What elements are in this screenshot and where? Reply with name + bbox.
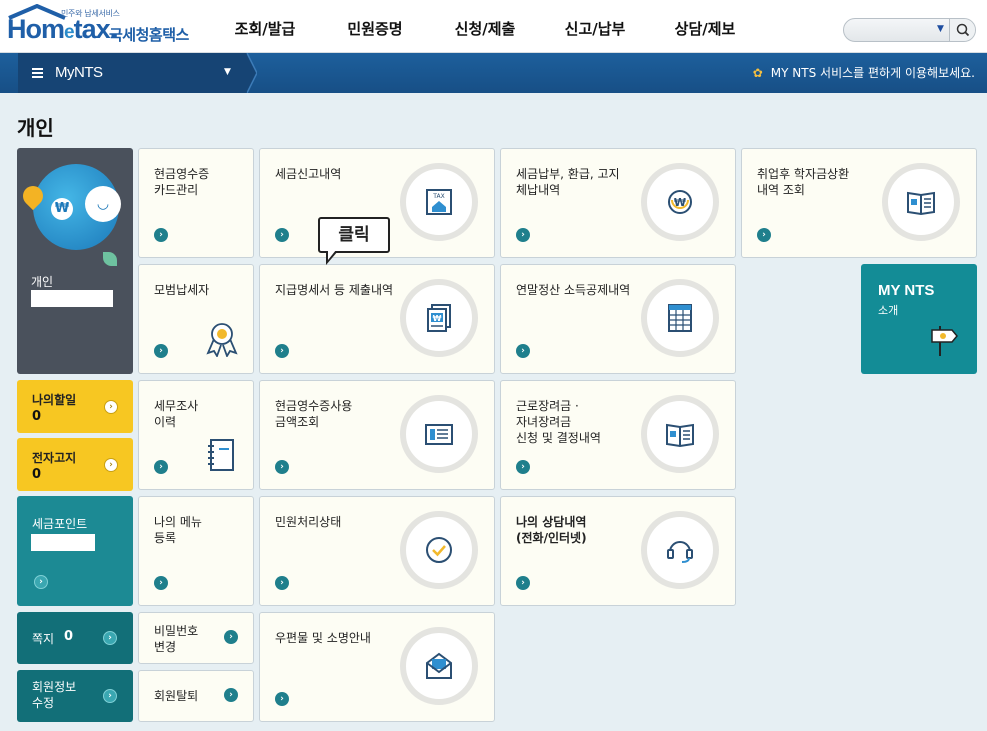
card-model-taxpayer[interactable]: 모범납세자 ›: [138, 264, 254, 374]
arrow-right-icon[interactable]: ›: [275, 228, 289, 242]
search-dropdown-icon[interactable]: ▼: [937, 24, 944, 34]
search-icon: [956, 23, 970, 37]
card-student-loan[interactable]: 취업후 학자금상환 내역 조회 ›: [741, 148, 977, 258]
envelope-icon: [400, 627, 478, 705]
global-nav: 조회/발급 민원증명 신청/제출 신고/납부 상담/제보: [210, 0, 760, 53]
mynts-menu-toggle[interactable]: MyNTS ▼: [18, 53, 246, 93]
card-mail-notice[interactable]: 우편물 및 소명안내 ›: [259, 612, 495, 722]
tax-house-icon: TAX: [400, 163, 478, 241]
tax-points-box[interactable]: 세금포인트 ›: [17, 496, 133, 606]
leaf-icon: [103, 252, 117, 266]
nav-inquiry[interactable]: 조회/발급: [210, 0, 320, 53]
top-header: 민주와 납세서비스 Hometax. 국세청홈택스 조회/발급 민원증명 신청/…: [0, 0, 987, 53]
hometax-logo[interactable]: 민주와 납세서비스 Hometax. 국세청홈택스: [5, 4, 190, 48]
hamburger-icon: [32, 68, 43, 78]
profile-panel: ₩ ◡ 개인: [17, 148, 133, 374]
e-notice-box[interactable]: 전자고지 0 ›: [17, 438, 133, 491]
search-box: ▼: [843, 18, 976, 42]
medal-icon: [206, 323, 238, 357]
won-document-icon: ₩: [400, 279, 478, 357]
arrow-right-icon[interactable]: ›: [104, 400, 118, 414]
arrow-right-icon[interactable]: ›: [103, 631, 117, 645]
e-notice-count: 0: [32, 467, 42, 482]
profile-name-label: 개인: [31, 275, 54, 289]
arrow-right-icon[interactable]: ›: [516, 228, 530, 242]
open-book-icon: [641, 395, 719, 473]
arrow-right-icon[interactable]: ›: [275, 576, 289, 590]
nav-consult[interactable]: 상담/제보: [650, 0, 760, 53]
arrow-right-icon[interactable]: ›: [757, 228, 771, 242]
receipt-list-icon: [400, 395, 478, 473]
brand-main: Hom: [7, 14, 65, 44]
profile-name-redacted: [31, 290, 113, 307]
card-tax-payment-refund[interactable]: 세금납부, 환급, 고지 체납내역 › ₩: [500, 148, 736, 258]
won-circle-icon: ₩: [641, 163, 719, 241]
todo-box[interactable]: 나의할일 0 ›: [17, 380, 133, 433]
arrow-right-icon[interactable]: ›: [275, 692, 289, 706]
card-cash-receipt-card[interactable]: 현금영수증 카드관리 ›: [138, 148, 254, 258]
arrow-right-icon[interactable]: ›: [154, 228, 168, 242]
todo-count: 0: [32, 409, 42, 424]
open-book-icon: [882, 163, 960, 241]
arrow-right-icon[interactable]: ›: [34, 575, 48, 589]
arrow-right-icon[interactable]: ›: [516, 460, 530, 474]
card-payment-statement[interactable]: 지급명세서 등 제출내역 › ₩: [259, 264, 495, 374]
member-edit-box[interactable]: 회원정보 수정 ›: [17, 670, 133, 722]
arrow-right-icon[interactable]: ›: [516, 576, 530, 590]
flower-icon: ✿: [752, 66, 763, 80]
card-my-menu-register[interactable]: 나의 메뉴 등록 ›: [138, 496, 254, 606]
card-my-consultation[interactable]: 나의 상담내역 (전화/인터넷) ›: [500, 496, 736, 606]
arrow-right-icon[interactable]: ›: [154, 460, 168, 474]
memo-box[interactable]: 쪽지 0 ›: [17, 612, 133, 664]
brand-e: e: [64, 22, 75, 43]
card-tax-audit-history[interactable]: 세무조사 이력 ›: [138, 380, 254, 490]
card-password-change[interactable]: 비밀번호 변경 ›: [138, 612, 254, 664]
arrow-right-icon[interactable]: ›: [516, 344, 530, 358]
check-circle-icon: [400, 511, 478, 589]
search-button[interactable]: [949, 19, 975, 41]
nav-certificate[interactable]: 민원증명: [320, 0, 430, 53]
tax-points-redacted: [31, 534, 95, 551]
headset-icon: [641, 511, 719, 589]
arrow-right-icon[interactable]: ›: [154, 576, 168, 590]
card-year-end-settlement[interactable]: 연말정산 소득공제내역 ›: [500, 264, 736, 374]
nav-report-pay[interactable]: 신고/납부: [540, 0, 650, 53]
card-civil-status[interactable]: 민원처리상태 ›: [259, 496, 495, 606]
card-withdraw[interactable]: 회원탈퇴 ›: [138, 670, 254, 722]
tax-box-text: TAX: [432, 193, 444, 200]
card-cash-receipt-usage[interactable]: 현금영수증사용 금액조회 ›: [259, 380, 495, 490]
arrow-right-icon[interactable]: ›: [154, 344, 168, 358]
arrow-right-icon[interactable]: ›: [224, 688, 238, 702]
dropdown-arrow-icon: ▼: [224, 67, 231, 77]
notebook-icon: [208, 439, 234, 471]
arrow-right-icon[interactable]: ›: [103, 689, 117, 703]
page-title: 개인: [17, 116, 54, 140]
signpost-icon: [931, 326, 958, 356]
arrow-right-icon[interactable]: ›: [224, 630, 238, 644]
arrow-right-icon[interactable]: ›: [104, 458, 118, 472]
smile-face-icon: ◡: [85, 186, 121, 222]
arrow-right-icon[interactable]: ›: [275, 344, 289, 358]
brand-sub: 국세청홈택스: [109, 26, 189, 44]
card-earned-income-incentive[interactable]: 근로장려금 · 자녀장려금 신청 및 결정내역 ›: [500, 380, 736, 490]
search-input[interactable]: [852, 21, 940, 39]
menu-arrow-outline: [247, 53, 257, 93]
nav-apply[interactable]: 신청/제출: [430, 0, 540, 53]
mynts-intro-card[interactable]: MY NTS 소개: [861, 264, 977, 374]
mynts-bar: MyNTS ▼ ✿ MY NTS 서비스를 편하게 이용해보세요.: [0, 53, 987, 93]
click-callout: 클릭: [318, 217, 390, 265]
mynts-notice: ✿ MY NTS 서비스를 편하게 이용해보세요.: [752, 66, 975, 80]
won-symbol: ₩: [433, 314, 442, 323]
won-coin-icon: ₩: [51, 198, 73, 220]
memo-count: 0: [64, 629, 74, 644]
spreadsheet-icon: [641, 279, 719, 357]
arrow-right-icon[interactable]: ›: [275, 460, 289, 474]
won-symbol: ₩: [674, 196, 686, 209]
